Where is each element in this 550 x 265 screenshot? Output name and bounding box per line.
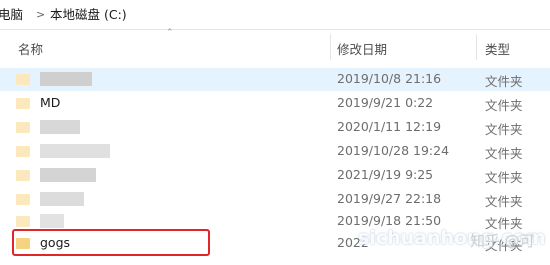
file-row[interactable]: 2021/9/19 9:25 文件夹 xyxy=(0,164,550,187)
breadcrumb-prev[interactable]: 电脑 xyxy=(0,0,23,29)
column-divider[interactable] xyxy=(330,34,331,60)
file-date: 2019/10/28 19:24 xyxy=(337,143,450,158)
file-name: MD xyxy=(40,95,61,110)
file-date: 2019/9/18 21:50 xyxy=(337,213,442,228)
column-headers: 名称 修改日期 类型 xyxy=(0,34,550,60)
file-date: 2019/9/27 22:18 xyxy=(337,191,442,206)
file-type: 文件夹 xyxy=(485,146,523,161)
file-row[interactable]: MD 2019/9/21 0:22 文件夹 xyxy=(0,92,550,115)
file-type: 文件夹 xyxy=(485,98,523,113)
file-row[interactable]: 2019/10/28 19:24 文件夹 xyxy=(0,140,550,163)
file-row[interactable]: 2019/9/27 22:18 文件夹 xyxy=(0,188,550,211)
folder-icon xyxy=(16,194,30,205)
column-type[interactable]: 类型 xyxy=(485,39,510,58)
file-date: 2021/9/19 9:25 xyxy=(337,167,434,182)
file-date: 2020/1/11 12:19 xyxy=(337,119,442,134)
folder-icon xyxy=(16,170,30,181)
watermark-logo: 知乎 @可 xyxy=(470,232,535,250)
blurred-name xyxy=(40,72,92,86)
folder-icon xyxy=(16,216,30,227)
file-row[interactable]: 2020/1/11 12:19 文件夹 xyxy=(0,116,550,139)
address-bar[interactable]: 电脑 > 本地磁盘 (C:) xyxy=(0,0,550,30)
breadcrumb-separator: > xyxy=(36,8,46,21)
blurred-name xyxy=(40,120,80,134)
file-date: 2019/9/21 0:22 xyxy=(337,95,434,110)
folder-icon xyxy=(16,98,30,109)
file-type: 文件夹 xyxy=(485,122,523,137)
blurred-name xyxy=(40,214,64,228)
column-date[interactable]: 修改日期 xyxy=(337,39,387,58)
breadcrumb-current[interactable]: 本地磁盘 (C:) xyxy=(50,0,127,29)
file-row[interactable]: 2019/10/8 21:16 文件夹 xyxy=(0,68,550,91)
blurred-name xyxy=(40,168,96,182)
folder-icon xyxy=(16,146,30,157)
blurred-name xyxy=(40,144,110,158)
blurred-name xyxy=(40,192,84,206)
folder-icon xyxy=(16,122,30,133)
file-date: 2019/10/8 21:16 xyxy=(337,71,442,86)
file-type: 文件夹 xyxy=(485,194,523,209)
column-divider[interactable] xyxy=(476,34,477,60)
folder-icon xyxy=(16,74,30,85)
highlight-box xyxy=(12,229,210,256)
column-name[interactable]: 名称 xyxy=(18,39,43,58)
file-type: 文件夹 xyxy=(485,74,523,89)
file-type: 文件夹 xyxy=(485,170,523,185)
